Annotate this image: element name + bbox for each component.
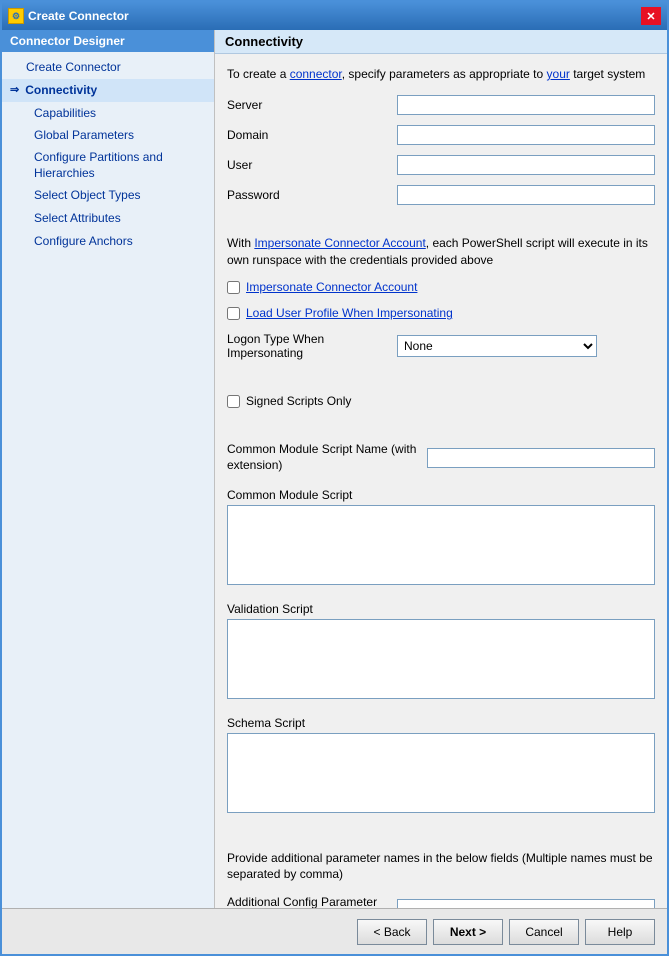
sidebar-title: Connector Designer [2,30,214,52]
titlebar: ⚙ Create Connector ✕ [2,2,667,30]
load-profile-label[interactable]: Load User Profile When Impersonating [246,306,453,320]
domain-label: Domain [227,128,397,142]
titlebar-left: ⚙ Create Connector [8,8,129,24]
schema-script-textarea[interactable] [227,733,655,813]
schema-script-label: Schema Script [227,716,655,730]
user-row: User [227,155,655,175]
sidebar-item-capabilities[interactable]: Capabilities [2,102,214,125]
impersonate-account-checkbox[interactable] [227,281,240,294]
impersonate-note: With Impersonate Connector Account, each… [227,235,655,269]
server-row: Server [227,95,655,115]
common-module-script-textarea[interactable] [227,505,655,585]
common-module-name-input[interactable] [427,448,655,468]
back-button[interactable]: < Back [357,919,427,945]
domain-input[interactable] [397,125,655,145]
validation-script-label: Validation Script [227,602,655,616]
main-window: ⚙ Create Connector ✕ Connector Designer … [0,0,669,956]
app-icon: ⚙ [8,8,24,24]
password-input[interactable] [397,185,655,205]
content-body: To create a connector, specify parameter… [215,54,667,908]
common-module-script-group: Common Module Script [227,488,655,588]
signed-scripts-label[interactable]: Signed Scripts Only [246,394,351,408]
logon-type-select[interactable]: None Interactive Network Batch Service N… [397,335,597,357]
validation-script-textarea[interactable] [227,619,655,699]
content-header: Connectivity [215,30,667,54]
common-module-name-row: Common Module Script Name (withextension… [227,442,655,473]
impersonate-account-label[interactable]: Impersonate Connector Account [246,280,417,294]
connector-link[interactable]: connector [290,67,342,81]
bottom-bar: < Back Next > Cancel Help [2,908,667,954]
sidebar-item-configure-partitions[interactable]: Configure Partitions and Hierarchies [2,147,214,184]
server-input[interactable] [397,95,655,115]
password-label: Password [227,188,397,202]
logon-type-label: Logon Type When Impersonating [227,332,397,360]
schema-script-group: Schema Script [227,716,655,816]
additional-config-row: Additional Config Parameter Names [227,895,655,908]
validation-script-group: Validation Script [227,602,655,702]
sidebar: Connector Designer Create Connector Conn… [2,30,215,908]
domain-row: Domain [227,125,655,145]
cancel-button[interactable]: Cancel [509,919,579,945]
main-content: Connector Designer Create Connector Conn… [2,30,667,908]
common-module-name-label: Common Module Script Name (withextension… [227,442,427,473]
signed-scripts-row: Signed Scripts Only [227,394,655,408]
window-title: Create Connector [28,9,129,23]
impersonate-account-row: Impersonate Connector Account [227,280,655,294]
next-button[interactable]: Next > [433,919,503,945]
common-module-name-group: Common Module Script Name (withextension… [227,442,655,473]
sidebar-item-configure-anchors[interactable]: Configure Anchors [2,230,214,253]
close-button[interactable]: ✕ [641,7,661,25]
sidebar-items: Create Connector Connectivity Capabiliti… [2,52,214,257]
additional-params-note: Provide additional parameter names in th… [227,850,655,884]
user-input[interactable] [397,155,655,175]
sidebar-item-select-object-types[interactable]: Select Object Types [2,184,214,207]
content-area: Connectivity To create a connector, spec… [215,30,667,908]
sidebar-item-connectivity[interactable]: Connectivity [2,79,214,102]
sidebar-item-global-parameters[interactable]: Global Parameters [2,124,214,147]
logon-type-row: Logon Type When Impersonating None Inter… [227,332,655,360]
password-row: Password [227,185,655,205]
server-label: Server [227,98,397,112]
sidebar-item-create-connector[interactable]: Create Connector [2,56,214,79]
intro-text: To create a connector, specify parameter… [227,66,655,83]
additional-config-label: Additional Config Parameter Names [227,895,397,908]
user-label: User [227,158,397,172]
impersonate-link[interactable]: Impersonate Connector Account [254,236,425,250]
load-profile-checkbox[interactable] [227,307,240,320]
load-profile-row: Load User Profile When Impersonating [227,306,655,320]
additional-config-input[interactable] [397,899,655,908]
common-module-script-label: Common Module Script [227,488,655,502]
your-link[interactable]: your [547,67,570,81]
signed-scripts-checkbox[interactable] [227,395,240,408]
help-button[interactable]: Help [585,919,655,945]
sidebar-item-select-attributes[interactable]: Select Attributes [2,207,214,230]
